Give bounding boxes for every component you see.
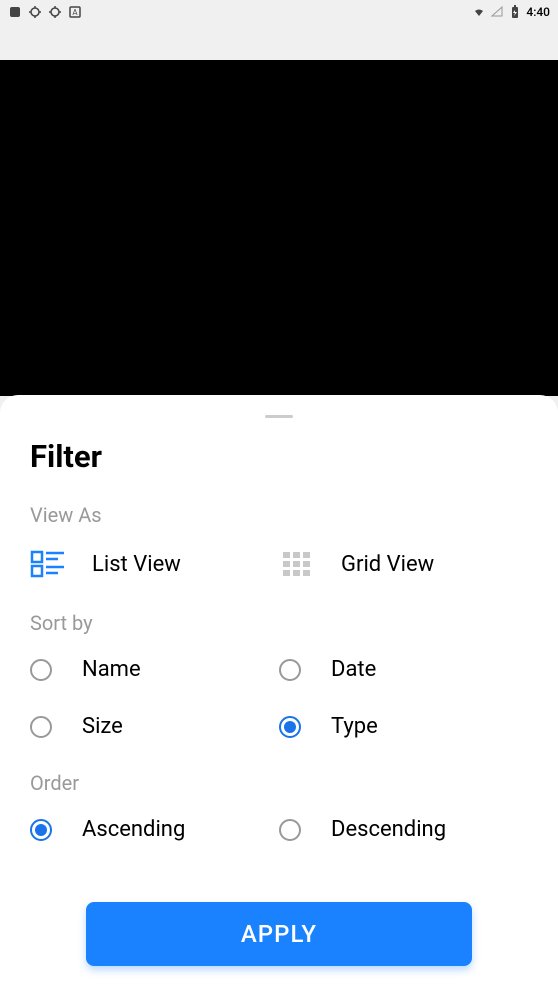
radio-icon [279, 819, 301, 841]
signal-icon [490, 5, 504, 19]
sort-type-label: Type [331, 714, 378, 739]
list-view-label: List View [92, 552, 181, 577]
status-bar: A 4:40 [0, 0, 558, 24]
sort-date-label: Date [331, 657, 376, 682]
sort-by-group: Name Date Size Type [30, 657, 528, 739]
list-view-icon [30, 549, 66, 579]
sort-name-label: Name [82, 657, 141, 682]
filter-sheet: Filter View As List View [0, 395, 558, 992]
sort-by-label: Sort by [30, 611, 528, 635]
grid-view-label: Grid View [341, 552, 434, 577]
sort-size-label: Size [82, 714, 123, 739]
radio-icon [30, 819, 52, 841]
sheet-title: Filter [30, 438, 528, 475]
battery-icon [508, 5, 522, 19]
order-group: Ascending Descending [30, 817, 528, 842]
order-label: Order [30, 771, 528, 795]
sort-option-type[interactable]: Type [279, 714, 528, 739]
app-icon-2: A [68, 5, 82, 19]
svg-text:A: A [72, 8, 78, 17]
sort-option-size[interactable]: Size [30, 714, 279, 739]
bug-icon-1 [28, 5, 42, 19]
order-desc-label: Descending [331, 817, 446, 842]
backdrop [0, 60, 558, 396]
order-asc-label: Ascending [82, 817, 185, 842]
radio-icon [279, 716, 301, 738]
view-as-label: View As [30, 503, 528, 527]
view-option-grid[interactable]: Grid View [279, 549, 528, 579]
drag-handle[interactable] [265, 415, 293, 418]
wifi-icon [472, 5, 486, 19]
app-icon-1 [8, 5, 22, 19]
status-time: 4:40 [526, 5, 550, 19]
radio-icon [30, 659, 52, 681]
order-option-ascending[interactable]: Ascending [30, 817, 279, 842]
status-right: 4:40 [472, 5, 550, 19]
radio-icon [30, 716, 52, 738]
app-header [0, 24, 558, 60]
view-as-row: List View Grid View [30, 549, 528, 579]
sort-option-name[interactable]: Name [30, 657, 279, 682]
status-left: A [8, 5, 82, 19]
grid-view-icon [279, 549, 315, 579]
apply-button[interactable]: APPLY [86, 902, 472, 966]
order-option-descending[interactable]: Descending [279, 817, 528, 842]
sort-option-date[interactable]: Date [279, 657, 528, 682]
radio-icon [279, 659, 301, 681]
bug-icon-2 [48, 5, 62, 19]
view-option-list[interactable]: List View [30, 549, 279, 579]
